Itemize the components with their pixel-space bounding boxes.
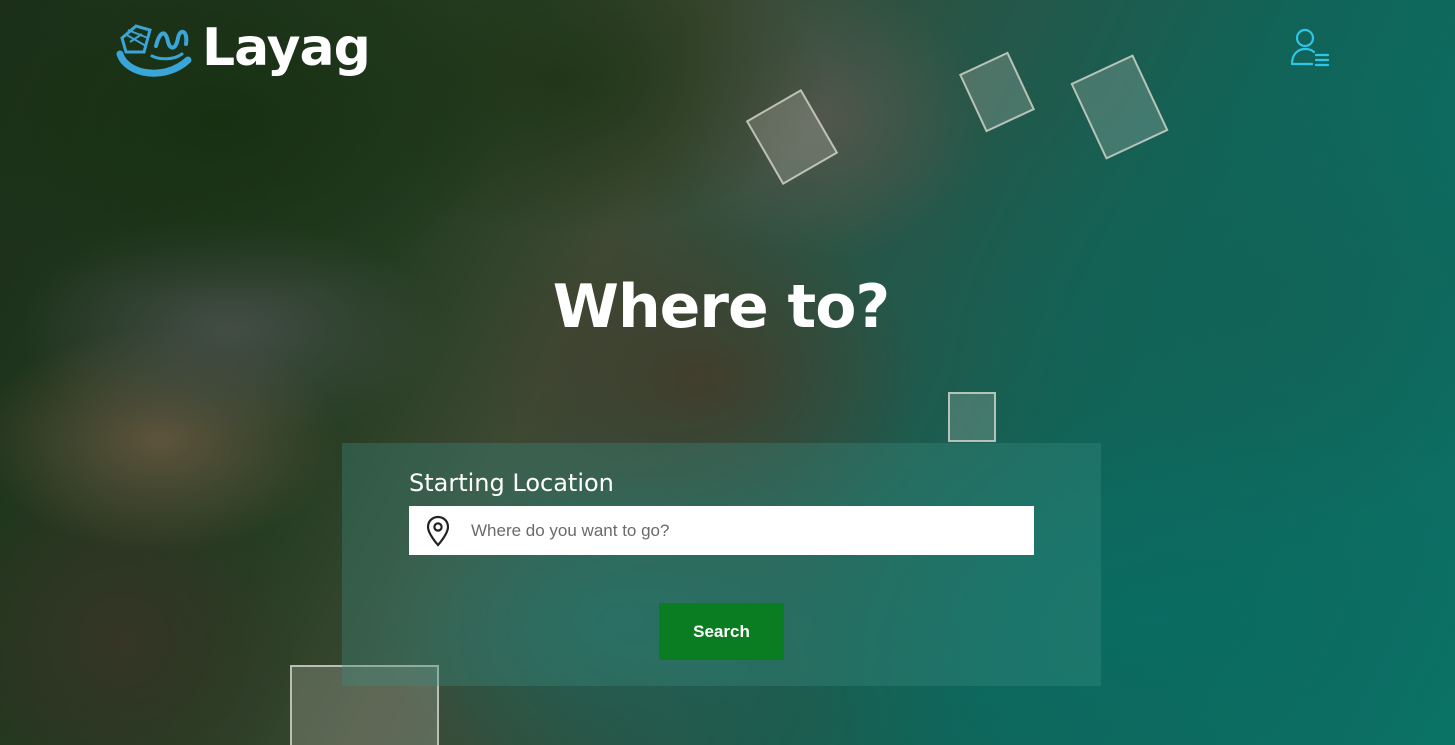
boat-wave-logo-icon (116, 24, 192, 77)
search-button[interactable]: Search (659, 603, 784, 660)
location-input[interactable] (471, 506, 1021, 555)
brand-logo[interactable]: Layag (116, 16, 371, 80)
site-header: Layag (0, 0, 1455, 90)
hero-title: Where to? (552, 272, 890, 342)
brand-name: Layag (202, 18, 371, 78)
location-field[interactable] (409, 506, 1034, 555)
background-boat (745, 88, 839, 186)
starting-location-label: Starting Location (409, 469, 614, 497)
map-pin-icon (426, 515, 450, 547)
user-menu-icon (1290, 28, 1330, 67)
user-menu-button[interactable] (1286, 24, 1332, 70)
landing-page: Layag Where to? Starting Location Search (0, 0, 1455, 745)
background-boat (948, 392, 996, 442)
search-panel: Starting Location Search (342, 443, 1101, 686)
